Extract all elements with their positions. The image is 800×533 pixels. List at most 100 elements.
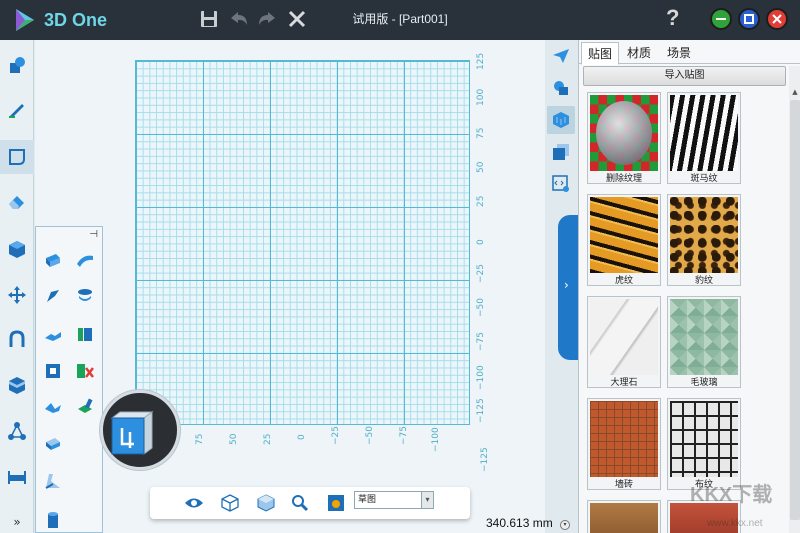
eraser-icon[interactable] [0,184,34,218]
tab-scene[interactable]: 场景 [661,44,697,61]
tick-label: 25 [263,433,273,445]
close-icon [772,14,782,24]
pipe-icon[interactable] [40,507,66,533]
box-icon[interactable] [0,368,34,402]
move-icon[interactable] [0,278,34,312]
wireframe-cube-icon[interactable] [218,491,242,515]
tick-label: 50 [229,433,239,445]
minimize-button[interactable] [710,8,732,30]
display-mode-select[interactable]: 草图 ▾ [354,491,434,509]
panel-scrollbar[interactable]: ▲ [789,66,800,533]
network-icon[interactable] [0,414,34,448]
maximize-icon [744,14,754,24]
render-mode-icon[interactable] [324,491,348,515]
primitive-shapes-icon[interactable] [0,48,34,82]
texture-tile-marble[interactable]: 大理石 [587,296,661,388]
texture-tile-plaid[interactable]: 布纹 [667,398,741,490]
texture-tile-glass[interactable]: 毛玻璃 [667,296,741,388]
measurement-readout: 340.613 mm [486,516,553,530]
panel-collapse-button[interactable]: › [558,215,578,360]
right-icon-strip [545,40,577,200]
split-icon[interactable] [40,468,66,494]
texture-cube-icon[interactable] [547,106,575,134]
texture-swatch-tiger [590,197,658,273]
watermark-url: www.kkx.net [707,518,763,529]
import-texture-button[interactable]: 导入贴图 [583,66,786,86]
tick-label: −125 [480,447,490,472]
more-tools-button[interactable]: » [0,510,34,533]
materials-icon[interactable] [547,74,575,102]
tick-label: −75 [399,426,409,445]
title-bar: 3D One 试用版 - [Part001] ? [0,0,800,40]
tick-label: 125 [476,52,486,70]
close-button[interactable] [766,8,788,30]
feature-tools-flyout: ⊣ [35,226,103,533]
solid-cube-icon[interactable] [0,232,34,266]
tab-material[interactable]: 材质 [621,44,657,61]
tick-label: 25 [476,195,486,207]
chamfer-icon[interactable] [72,321,98,347]
texture-swatch-wood [590,503,658,533]
tick-label: 0 [297,434,307,440]
texture-swatch-leopard [670,197,738,273]
texture-tile-leopard[interactable]: 豹纹 [667,194,741,286]
extrude-icon[interactable] [40,247,66,273]
zoom-icon[interactable] [288,491,312,515]
texture-label: 豹纹 [694,276,713,286]
texture-tile-wood[interactable] [587,500,661,533]
fillet-icon[interactable] [40,321,66,347]
view-cube[interactable] [98,388,182,498]
chevron-down-icon: ▾ [421,492,433,508]
maximize-button[interactable] [738,8,760,30]
revolve-icon[interactable] [40,283,66,309]
window-title: 试用版 - [Part001] [352,12,448,26]
tick-label: 0 [476,239,486,245]
help-button[interactable]: ? [666,5,679,31]
tick-label: −25 [331,426,341,445]
texture-swatch-zebra [670,95,738,171]
scroll-thumb[interactable] [790,100,800,520]
texture-tile-zebra[interactable]: 斑马纹 [667,92,741,184]
cut-icon[interactable] [72,394,98,420]
sketch-grid[interactable] [135,60,470,425]
tick-label: −100 [476,365,486,390]
texture-label: 大理石 [610,378,638,388]
shell-icon[interactable] [40,358,66,384]
texture-label: 斑马纹 [690,174,718,184]
texture-swatch-clear [590,95,658,171]
tick-label: 75 [476,127,486,139]
ruler-icon[interactable] [0,460,34,494]
send-icon[interactable] [547,42,575,70]
texture-swatch-brick [590,401,658,477]
pin-icon[interactable]: ⊣ [89,229,98,240]
view-cube-icon[interactable] [104,408,164,464]
stack-cube-icon[interactable] [547,138,575,166]
texture-tile-brick[interactable]: 墙砖 [587,398,661,490]
minimize-icon [716,18,726,20]
magnet-icon[interactable] [0,322,34,356]
sketch-pen-icon[interactable] [0,92,34,126]
scroll-up-icon[interactable]: ▲ [789,86,800,98]
tab-texture[interactable]: 贴图 [581,42,620,65]
texture-panel: 贴图 材质 场景 导入贴图 ▲ 删除纹理 斑马纹 虎纹 豹纹 大理石 毛玻璃 墙… [578,40,800,533]
texture-label: 墙砖 [614,480,633,490]
code-icon[interactable] [547,170,575,198]
texture-swatch-glass [670,299,738,375]
delete-face-icon[interactable] [72,358,98,384]
texture-tile-clear[interactable]: 删除纹理 [587,92,661,184]
twist-icon[interactable] [40,394,66,420]
tick-label: 100 [476,88,486,106]
shaded-cube-icon[interactable] [254,491,278,515]
sweep-icon[interactable] [72,247,98,273]
loft-icon[interactable] [72,283,98,309]
texture-label: 毛玻璃 [690,378,718,388]
watermark-logo: KKX下载 [690,484,773,506]
tick-label: −50 [365,426,375,445]
texture-label: 虎纹 [614,276,633,286]
texture-tile-tiger[interactable]: 虎纹 [587,194,661,286]
measurement-options-button[interactable]: ▾ [560,520,570,530]
eye-icon[interactable] [182,491,206,515]
sketch-icon[interactable] [0,140,34,174]
left-toolbar: » [0,40,34,533]
draft-icon[interactable] [40,430,66,456]
